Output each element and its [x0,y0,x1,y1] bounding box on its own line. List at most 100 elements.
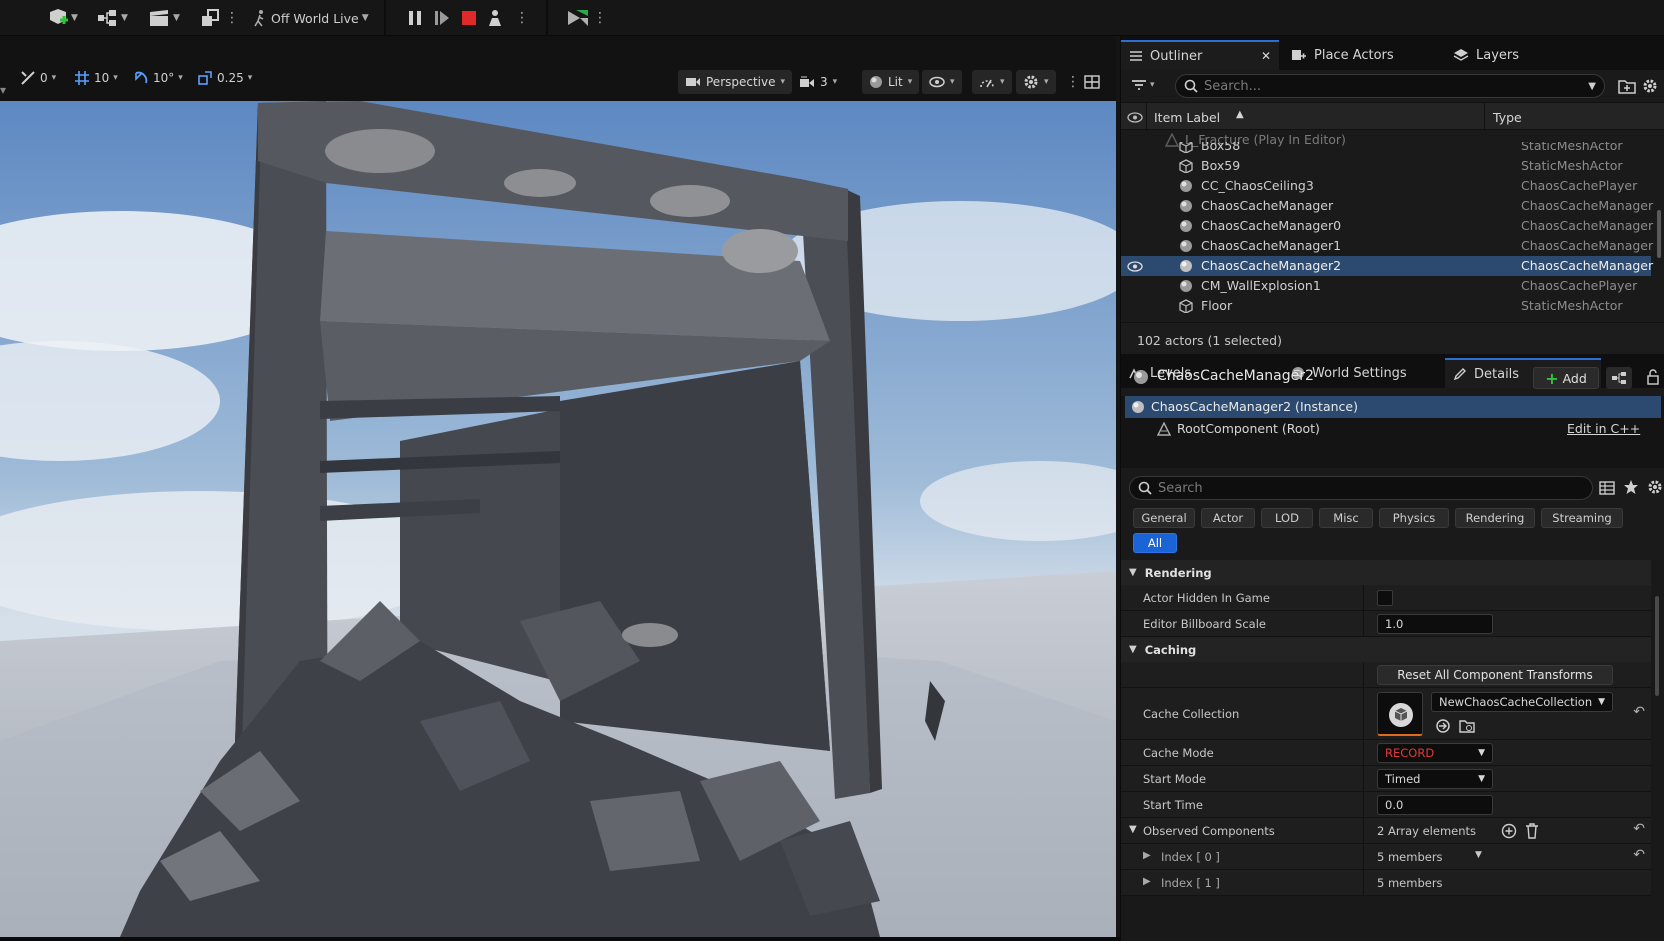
billboard-scale-input[interactable]: 1.0 [1377,614,1493,634]
filter-streaming[interactable]: Streaming [1541,508,1623,528]
rotate-snap[interactable]: 10° ▾ [133,67,183,89]
chevron-down-icon[interactable]: ▼ [1475,850,1482,860]
lighting-mode-dropdown[interactable]: Lit ▾ [862,70,920,94]
prop-actor-hidden-in-game: Actor Hidden In Game [1121,585,1651,611]
platforms-button[interactable]: ⋮ [566,6,607,30]
scale-snap[interactable]: 0.25 ▾ [197,67,252,89]
actor-hidden-checkbox[interactable] [1377,590,1393,606]
show-flags-dropdown[interactable]: ▾ [922,70,962,94]
details-scrollbar[interactable] [1655,596,1659,696]
add-actor-button[interactable]: ▼ [46,6,78,30]
tab-outliner[interactable]: Outliner ✕ [1121,40,1279,70]
list-item[interactable]: Floor StaticMeshActor [1121,296,1651,316]
list-item[interactable]: Box58 StaticMeshActor [1121,142,1651,156]
filter-actor[interactable]: Actor [1201,508,1255,528]
list-item[interactable]: ChaosCacheManager ChaosCacheManager [1121,196,1653,216]
component-root-row[interactable]: RootComponent (Root) Edit in C++ [1125,418,1661,440]
tab-layers[interactable]: Layers [1445,40,1595,70]
gear-icon[interactable] [1647,479,1663,495]
outliner-filter-button[interactable]: ▾ [1131,78,1155,92]
filter-misc[interactable]: Misc [1319,508,1373,528]
tab-layers-label: Layers [1476,47,1520,63]
tab-place-actors[interactable]: Place Actors [1283,40,1441,70]
blueprint-options-button[interactable] [1606,367,1632,389]
stacked-layers-icon [202,9,219,26]
viewport-layout-button[interactable] [1084,71,1100,93]
cache-mode-dropdown[interactable]: RECORD ▼ [1377,743,1493,763]
cinematics-button[interactable]: ▼ [148,6,180,30]
grid-snap[interactable]: 10 ▾ [74,67,118,89]
live-link-dropdown[interactable]: Off World Live ▼ [252,6,369,30]
reset-to-default-icon[interactable]: ↶ [1633,821,1645,837]
realtime-dropdown[interactable]: ▾ [972,70,1012,94]
list-item-selected[interactable]: ChaosCacheManager2 ChaosCacheManager [1121,256,1653,276]
list-item[interactable]: ChaosCacheManager0 ChaosCacheManager [1121,216,1653,236]
list-item[interactable]: CC_ChaosCeiling3 ChaosCachePlayer [1121,176,1651,196]
prop-label: Start Time [1143,798,1203,812]
filter-physics[interactable]: Physics [1379,508,1449,528]
pause-button[interactable] [406,6,424,30]
column-type[interactable]: Type [1493,110,1522,125]
step-button[interactable] [433,6,451,30]
filter-all[interactable]: All [1133,533,1177,553]
more-icon[interactable]: ⋮ [225,11,239,25]
outliner-header: Item Label ▲ Type [1121,102,1664,131]
cache-collection-thumbnail[interactable] [1377,692,1423,736]
play-options-button[interactable]: ⋮ [515,6,529,30]
eject-button[interactable] [486,6,504,30]
category-caching[interactable]: ▼ Caching [1121,637,1651,662]
filter-rendering[interactable]: Rendering [1455,508,1535,528]
use-selected-icon[interactable] [1435,718,1451,734]
browse-folder-icon[interactable] [1459,718,1475,734]
create-folder-button[interactable] [1618,78,1636,94]
details-actor-name[interactable]: ChaosCacheManager2 [1157,368,1314,384]
stop-button[interactable] [460,6,478,30]
performance-gauge-icon [980,79,994,88]
viewport-settings-dropdown[interactable]: ▾ [1016,70,1056,94]
lock-icon[interactable] [1647,369,1661,385]
reset-transforms-button[interactable]: Reset All Component Transforms [1377,665,1613,685]
start-mode-dropdown[interactable]: Timed ▼ [1377,769,1493,789]
scene-render[interactable] [0,101,1116,937]
sort-ascending-icon[interactable]: ▲ [1236,109,1244,120]
reset-to-default-icon[interactable]: ↶ [1633,847,1645,863]
reset-to-default-icon[interactable]: ↶ [1633,704,1645,720]
add-component-button[interactable]: + Add [1533,367,1599,389]
column-item-label[interactable]: Item Label [1154,110,1220,125]
view-mode-dropdown[interactable]: Perspective ▾ [678,70,793,94]
blueprints-button[interactable]: ▼ [96,6,128,30]
viewport-menu-chevron[interactable]: ▾ [0,79,6,101]
list-item[interactable]: CM_WallExplosion1 ChaosCachePlayer [1121,276,1651,296]
chevron-down-icon[interactable]: ▼ [1129,824,1137,835]
chevron-down-icon: ▼ [1478,748,1485,758]
list-item[interactable]: ChaosCacheManager1 ChaosCacheManager [1121,236,1653,256]
chevron-right-icon[interactable]: ▶ [1143,850,1151,861]
close-icon[interactable]: ✕ [1261,49,1271,63]
camera-speed-dropdown[interactable]: 3 ▾ [792,70,844,94]
filter-lod[interactable]: LOD [1261,508,1313,528]
pencil-icon [1453,368,1466,381]
property-matrix-icon[interactable] [1599,480,1615,496]
star-icon[interactable] [1623,479,1639,495]
outliner-search-input[interactable]: Search... ▼ [1175,74,1605,98]
outliner-scrollbar[interactable] [1657,210,1661,258]
cache-collection-picker[interactable]: NewChaosCacheCollection ▼ [1431,692,1613,712]
trash-icon[interactable] [1525,823,1539,839]
edit-in-cpp-link[interactable]: Edit in C++ [1567,421,1640,436]
details-search-input[interactable]: Search [1129,476,1593,500]
chevron-right-icon[interactable]: ▶ [1143,876,1151,887]
viewport-more-button[interactable]: ⋮ [1066,71,1080,93]
list-item[interactable]: Box59 StaticMeshActor [1121,156,1651,176]
visibility-eye-icon[interactable] [1127,112,1143,123]
add-element-icon[interactable] [1501,823,1517,839]
translate-snap[interactable]: 0 ▾ [20,67,56,89]
start-time-input[interactable]: 0.0 [1377,795,1493,815]
filter-general[interactable]: General [1133,508,1195,528]
prop-reset-transforms: Reset All Component Transforms [1121,662,1651,688]
visibility-eye-icon[interactable] [1127,261,1143,272]
prop-start-mode: Start Mode Timed ▼ [1121,766,1651,792]
layers-tool-button[interactable]: ⋮ [200,6,239,30]
component-instance-row[interactable]: ChaosCacheManager2 (Instance) [1125,396,1661,418]
category-rendering[interactable]: ▼ Rendering [1121,560,1651,585]
outliner-settings-button[interactable] [1642,78,1658,94]
